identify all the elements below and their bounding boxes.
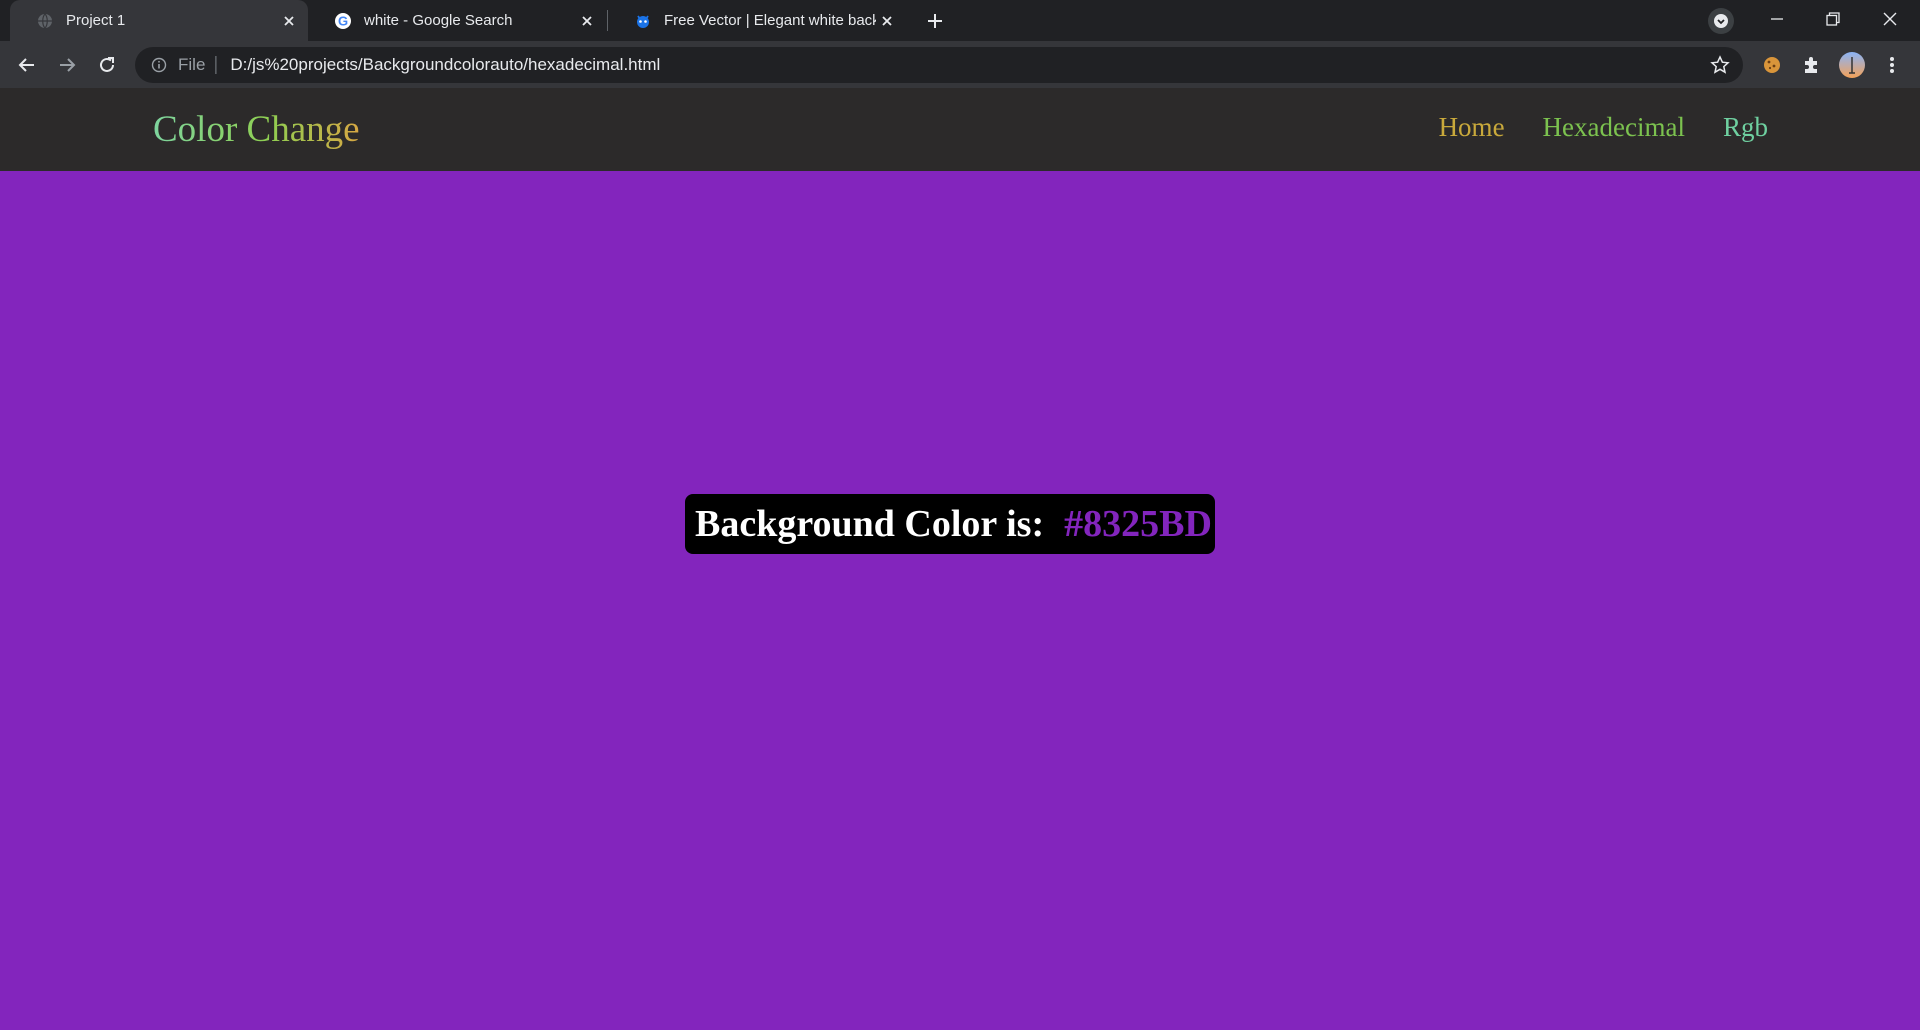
browser-toolbar: File | D:/js%20projects/Backgroundcolora… — [0, 41, 1920, 88]
close-window-button[interactable] — [1862, 0, 1918, 38]
forward-button[interactable] — [53, 51, 81, 79]
tab-title: Project 1 — [66, 12, 126, 29]
profile-avatar[interactable] — [1838, 51, 1866, 79]
url-scheme-label: File — [178, 55, 206, 74]
close-icon[interactable] — [278, 10, 300, 32]
brand-logo[interactable]: Color Change — [153, 108, 360, 151]
tab-project-1[interactable]: Project 1 — [10, 0, 308, 41]
color-value: #8325BD — [1064, 503, 1212, 545]
minimize-button[interactable] — [1749, 0, 1805, 38]
close-icon[interactable] — [876, 10, 898, 32]
info-icon[interactable] — [149, 55, 169, 75]
tab-search-button[interactable] — [1708, 8, 1734, 34]
tab-strip: Project 1 G white - Google Search Free V… — [0, 0, 1920, 41]
more-menu-icon[interactable] — [1878, 51, 1906, 79]
svg-text:G: G — [338, 13, 348, 28]
site-navbar: Color Change Home Hexadecimal Rgb — [0, 88, 1920, 171]
color-label: Background Color is: — [695, 503, 1045, 545]
google-icon: G — [334, 12, 352, 30]
tab-title: white - Google Search — [364, 12, 513, 29]
reload-button[interactable] — [93, 51, 121, 79]
bookmark-star-icon[interactable] — [1709, 54, 1731, 76]
restore-button[interactable] — [1805, 0, 1861, 38]
color-readout-box: Background Color is: #8325BD — [685, 494, 1215, 554]
nav-hexadecimal-link[interactable]: Hexadecimal — [1543, 112, 1685, 143]
nav-home-link[interactable]: Home — [1439, 112, 1505, 143]
color-display-area[interactable]: Background Color is: #8325BD — [0, 171, 1920, 1030]
tab-google-search[interactable]: G white - Google Search — [308, 0, 606, 41]
back-button[interactable] — [13, 51, 41, 79]
extensions-puzzle-icon[interactable] — [1798, 51, 1826, 79]
nav-links: Home Hexadecimal Rgb — [1439, 112, 1768, 143]
cookie-extension-icon[interactable] — [1758, 51, 1786, 79]
address-bar[interactable]: File | D:/js%20projects/Backgroundcolora… — [135, 47, 1743, 83]
new-tab-button[interactable] — [922, 8, 948, 34]
nav-rgb-link[interactable]: Rgb — [1723, 112, 1768, 143]
close-icon[interactable] — [576, 10, 598, 32]
url-text[interactable]: D:/js%20projects/Backgroundcolorauto/hex… — [230, 55, 660, 75]
url-divider: | — [213, 54, 219, 75]
freepik-icon — [634, 12, 652, 30]
globe-icon — [36, 12, 54, 30]
tab-free-vector[interactable]: Free Vector | Elegant white backg — [608, 0, 906, 41]
tab-title: Free Vector | Elegant white backg — [664, 12, 876, 29]
